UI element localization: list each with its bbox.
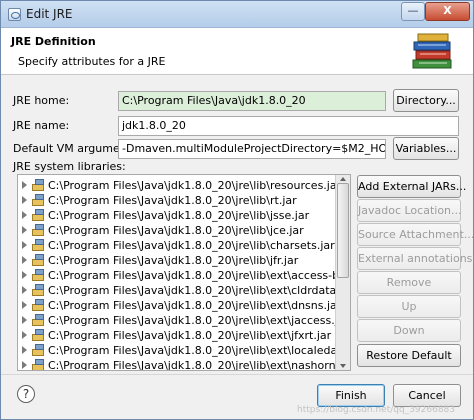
expand-arrow-icon[interactable] [22, 256, 27, 264]
library-path: C:\Program Files\Java\jdk1.8.0_20\jre\li… [48, 269, 350, 282]
library-path: C:\Program Files\Java\jdk1.8.0_20\jre\li… [48, 329, 332, 342]
library-path: C:\Program Files\Java\jdk1.8.0_20\jre\li… [48, 179, 342, 192]
expand-arrow-icon[interactable] [22, 181, 27, 189]
jar-icon [32, 284, 45, 296]
scroll-up-arrow-icon[interactable] [340, 177, 346, 181]
library-path: C:\Program Files\Java\jdk1.8.0_20\jre\li… [48, 209, 310, 222]
system-libraries-label: JRE system libraries: [13, 160, 126, 173]
header-title: JRE Definition [11, 35, 96, 48]
jre-home-field[interactable]: C:\Program Files\Java\jdk1.8.0_20 [118, 91, 386, 111]
expand-arrow-icon[interactable] [22, 286, 27, 294]
library-path: C:\Program Files\Java\jdk1.8.0_20\jre\li… [48, 254, 299, 267]
eclipse-window-icon [8, 8, 21, 21]
expand-arrow-icon[interactable] [22, 361, 27, 369]
scrollbar-thumb[interactable] [337, 183, 349, 278]
help-icon[interactable]: ? [17, 385, 35, 403]
jre-name-field[interactable]: jdk1.8.0_20 [118, 116, 459, 136]
library-item[interactable]: C:\Program Files\Java\jdk1.8.0_20\jre\li… [18, 268, 350, 283]
expand-arrow-icon[interactable] [22, 316, 27, 324]
jar-icon [32, 239, 45, 251]
library-item[interactable]: C:\Program Files\Java\jdk1.8.0_20\jre\li… [18, 238, 336, 253]
jre-name-label: JRE name: [13, 119, 70, 132]
dialog-header: JRE Definition Specify attributes for a … [1, 28, 473, 75]
header-description: Specify attributes for a JRE [18, 55, 166, 68]
jar-icon [32, 314, 45, 326]
library-item[interactable]: C:\Program Files\Java\jdk1.8.0_20\jre\li… [18, 328, 336, 343]
library-path: C:\Program Files\Java\jdk1.8.0_20\jre\li… [48, 284, 351, 297]
library-path: C:\Program Files\Java\jdk1.8.0_20\jre\li… [48, 299, 342, 312]
expand-arrow-icon[interactable] [22, 301, 27, 309]
library-item[interactable]: C:\Program Files\Java\jdk1.8.0_20\jre\li… [18, 253, 336, 268]
variables-button[interactable]: Variables... [393, 137, 459, 160]
library-item[interactable]: C:\Program Files\Java\jdk1.8.0_20\jre\li… [18, 223, 336, 238]
javadoc-location-button[interactable]: Javadoc Location... [357, 199, 462, 222]
library-path: C:\Program Files\Java\jdk1.8.0_20\jre\li… [48, 224, 304, 237]
jar-icon [32, 269, 45, 281]
jar-icon [32, 194, 45, 206]
expand-arrow-icon[interactable] [22, 196, 27, 204]
vm-args-field[interactable]: -Dmaven.multiModuleProjectDirectory=$M2_… [118, 139, 386, 159]
restore-default-button[interactable]: Restore Default [357, 344, 461, 367]
edit-jre-dialog: Edit JRE — X JRE Definition Specify attr… [0, 0, 474, 420]
library-item[interactable]: C:\Program Files\Java\jdk1.8.0_20\jre\li… [18, 178, 341, 193]
expand-arrow-icon[interactable] [22, 211, 27, 219]
watermark-text: https://blog.csdn.net/qq_39266883 [297, 405, 456, 415]
minimize-button[interactable]: — [401, 2, 425, 21]
title-bar[interactable]: Edit JRE — X [1, 1, 473, 28]
expand-arrow-icon[interactable] [22, 226, 27, 234]
jre-home-label: JRE home: [13, 94, 70, 107]
libraries-scrollbar[interactable] [335, 175, 350, 370]
jar-icon [32, 209, 45, 221]
jar-icon [32, 254, 45, 266]
expand-arrow-icon[interactable] [22, 241, 27, 249]
library-path: C:\Program Files\Java\jdk1.8.0_20\jre\li… [48, 344, 351, 357]
close-button[interactable]: X [425, 2, 470, 21]
remove-button[interactable]: Remove [357, 271, 461, 294]
cancel-button[interactable]: Cancel [393, 384, 461, 407]
library-path: C:\Program Files\Java\jdk1.8.0_20\jre\li… [48, 359, 351, 371]
library-item[interactable]: C:\Program Files\Java\jdk1.8.0_20\jre\li… [18, 343, 350, 358]
expand-arrow-icon[interactable] [22, 271, 27, 279]
library-path: C:\Program Files\Java\jdk1.8.0_20\jre\li… [48, 314, 350, 327]
expand-arrow-icon[interactable] [22, 331, 27, 339]
library-item[interactable]: C:\Program Files\Java\jdk1.8.0_20\jre\li… [18, 193, 336, 208]
footer-separator [1, 374, 473, 375]
jar-icon [32, 299, 45, 311]
up-button[interactable]: Up [357, 295, 461, 318]
books-icon [412, 33, 452, 69]
library-item[interactable]: C:\Program Files\Java\jdk1.8.0_20\jre\li… [18, 313, 349, 328]
library-path: C:\Program Files\Java\jdk1.8.0_20\jre\li… [48, 194, 297, 207]
external-annotations-button[interactable]: External annotations... [357, 247, 474, 270]
library-item[interactable]: C:\Program Files\Java\jdk1.8.0_20\jre\li… [18, 298, 341, 313]
jar-icon [32, 344, 45, 356]
library-item[interactable]: C:\Program Files\Java\jdk1.8.0_20\jre\li… [18, 358, 350, 370]
add-external-jars-button[interactable]: Add External JARs... [357, 175, 466, 198]
scroll-down-arrow-icon[interactable] [340, 364, 346, 368]
jar-icon [32, 359, 45, 370]
library-path: C:\Program Files\Java\jdk1.8.0_20\jre\li… [48, 239, 335, 252]
expand-arrow-icon[interactable] [22, 346, 27, 354]
window-title: Edit JRE [26, 7, 73, 21]
down-button[interactable]: Down [357, 319, 461, 342]
directory-button[interactable]: Directory... [393, 89, 459, 112]
source-attachment-button[interactable]: Source Attachment... [357, 223, 474, 246]
jar-icon [32, 224, 45, 236]
library-item[interactable]: C:\Program Files\Java\jdk1.8.0_20\jre\li… [18, 208, 336, 223]
system-libraries-tree[interactable]: C:\Program Files\Java\jdk1.8.0_20\jre\li… [17, 174, 351, 371]
jar-icon [32, 179, 45, 191]
library-item[interactable]: C:\Program Files\Java\jdk1.8.0_20\jre\li… [18, 283, 350, 298]
jar-icon [32, 329, 45, 341]
finish-button[interactable]: Finish [317, 384, 385, 407]
